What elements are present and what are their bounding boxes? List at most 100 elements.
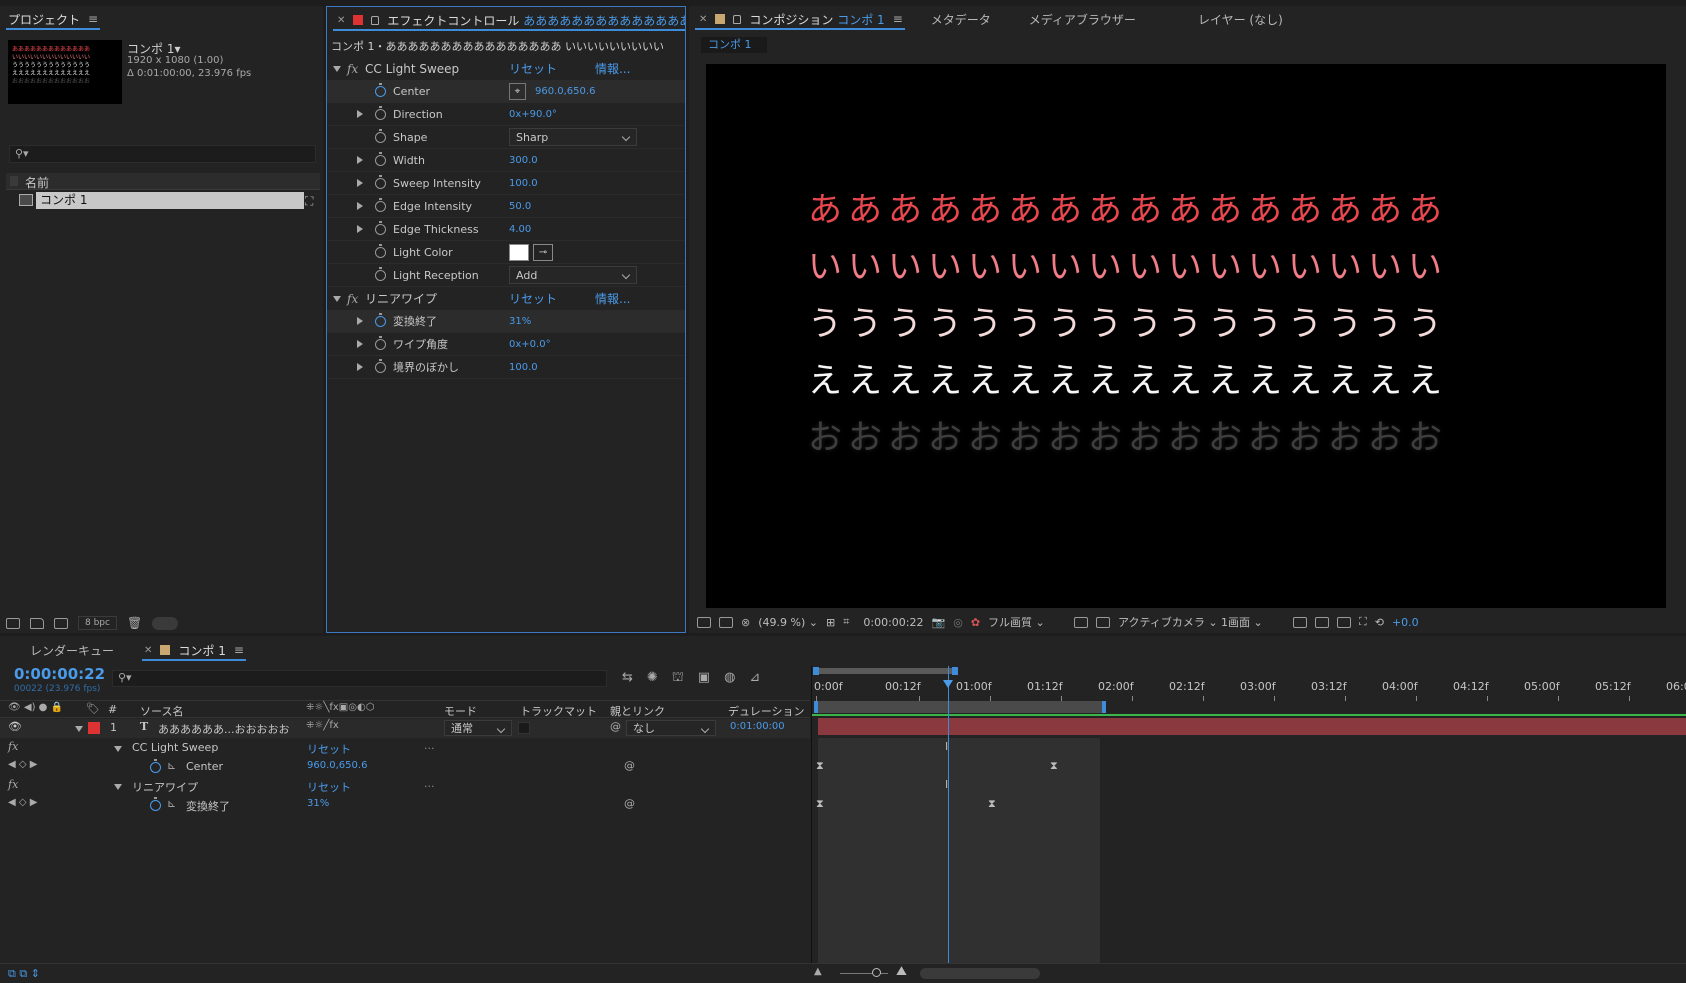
timecode-display[interactable]: 0:00:00:22 [14,665,105,683]
grid-icon[interactable]: ⊞ [826,616,835,629]
param-value[interactable]: 300.0 [509,155,538,166]
fast-preview-icon[interactable] [1315,616,1330,628]
param-center[interactable]: Center ⌖ 960.0,650.6 [327,80,685,103]
exposure-value[interactable]: +0.0 [1392,616,1419,629]
project-item-comp1[interactable]: コンポ 1 [6,192,306,209]
timeline-scrollbar[interactable] [920,968,1040,979]
stopwatch-icon[interactable] [375,358,386,373]
frame-blend-icon[interactable]: ▣ [698,670,710,687]
expand-param-icon[interactable] [357,110,363,118]
zoom-dropdown[interactable]: (49.9 %) ⌄ [758,616,818,629]
monitor-icon[interactable] [719,616,733,628]
tab-media-browser[interactable]: メディアブラウザー [1021,6,1144,32]
tab-render-queue[interactable]: レンダーキュー [22,637,122,663]
expand-effect-icon[interactable] [333,65,341,72]
param-value[interactable]: 50.0 [509,201,531,212]
expand-effect-icon[interactable] [114,746,122,752]
stopwatch-icon[interactable] [375,220,386,235]
new-comp-icon[interactable] [54,617,68,629]
color-swatch[interactable] [509,244,529,261]
tab-composition[interactable]: ✕ コンポジション コンポ 1 ≡ [689,6,911,32]
effect-info-link[interactable]: 情報... [595,60,630,77]
timeline-search-input[interactable]: ⚲▾ [112,670,607,687]
playhead[interactable] [948,666,949,963]
column-num[interactable]: # [108,703,117,716]
param-sweep-intensity[interactable]: Sweep Intensity 100.0 [327,172,685,195]
comp-viewer[interactable]: ああああああああああああああああ いいいいいいいいいいいいいいいい うううううううう… [706,64,1666,608]
keyframe-icon[interactable]: ⧗ [1050,759,1058,773]
param-dropdown[interactable]: Sharp [509,128,637,146]
layer-mode-dropdown[interactable]: 通常 [444,720,512,736]
stopwatch-icon[interactable] [150,759,161,773]
zoom-in-icon[interactable]: ⛰ [896,964,907,979]
close-icon[interactable]: ✕ [699,14,707,25]
param-value[interactable]: 4.00 [509,224,531,235]
eyedropper-icon[interactable]: ⊸ [533,244,553,261]
column-source-name[interactable]: ソース名 [140,703,183,719]
param-width[interactable]: Width 300.0 [327,149,685,172]
expand-layer-icon[interactable] [75,726,83,732]
region-icon[interactable] [1074,616,1089,628]
column-name[interactable]: 名前 [25,174,49,191]
comp-subtab[interactable]: コンポ 1 [701,37,767,53]
stopwatch-icon[interactable] [375,335,386,350]
expand-param-icon[interactable] [357,202,363,210]
mask-icon[interactable]: ⊗ [741,616,750,629]
expand-param-icon[interactable] [357,340,363,348]
safe-area-icon[interactable]: ⌗ [843,615,849,629]
param-light-reception[interactable]: Light Reception Add [327,264,685,287]
time-graph[interactable]: 0:00f 00:12f 01:00f 01:12f 02:00f 02:12f 03:00… [811,666,1686,963]
column-trackmatte[interactable]: トラックマット [520,703,597,719]
layer-label-color[interactable] [88,722,100,734]
bpc-button[interactable]: 8 bpc [78,616,117,630]
stopwatch-icon[interactable] [375,105,386,120]
stopwatch-icon[interactable] [375,266,386,281]
draft-3d-icon[interactable]: ✺ [647,670,658,687]
transparency-grid-icon[interactable] [1096,616,1111,628]
pickwhip-icon[interactable]: @ [624,797,635,810]
new-folder-icon[interactable] [30,617,44,629]
project-search-input[interactable]: ⚲▾ [9,145,316,163]
keyframe-nav-icon[interactable]: ◀ ◇ ▶ [8,759,37,770]
eye-icon[interactable]: 👁 [8,720,22,733]
graph-icon[interactable]: ⊾ [167,797,176,810]
stopwatch-icon[interactable] [150,797,161,811]
param-value[interactable]: 31% [509,316,531,327]
effect-reset-link[interactable]: リセット [307,779,351,795]
pickwhip-icon[interactable]: @ [624,759,635,772]
expand-effect-icon[interactable] [333,295,341,302]
layer-row[interactable]: 👁 1 T ああああああ...おおおおお ⁜☼╱fx 通常 @ なし 0:01:… [0,719,810,738]
tab-timeline-comp[interactable]: ✕ コンポ 1 ≡ [136,637,252,663]
param-value[interactable]: 100.0 [509,178,538,189]
close-icon[interactable]: ✕ [337,15,345,26]
expand-param-icon[interactable] [357,156,363,164]
param-value[interactable]: 0x+0.0° [509,339,551,350]
stopwatch-icon[interactable] [375,128,386,143]
stopwatch-icon[interactable] [375,151,386,166]
effect-reset-link[interactable]: リセット [509,60,557,77]
expand-param-icon[interactable] [357,363,363,371]
comp-mini-flowchart-icon[interactable]: ⇆ [622,670,633,687]
param-shape[interactable]: Shape Sharp [327,126,685,149]
close-icon[interactable]: ✕ [144,645,152,656]
panel-menu-icon[interactable]: ≡ [88,12,98,26]
param-dropdown[interactable]: Add [509,266,637,284]
effect-linear-wipe[interactable]: fx リニアワイプ リセット 情報... [327,287,685,310]
layer-name[interactable]: ああああああ...おおおおお [158,721,290,737]
effect-cc-light-sweep[interactable]: fx CC Light Sweep リセット 情報... [327,57,685,80]
camera-dropdown[interactable]: アクティブカメラ ⌄ [1118,614,1218,630]
target-crosshair-icon[interactable]: ⌖ [509,83,526,100]
tab-metadata[interactable]: メタデータ [923,6,999,32]
keyframe-nav-icon[interactable]: ◀ ◇ ▶ [8,797,37,808]
channel-icon[interactable]: ◎ [953,616,963,629]
shy-icon[interactable]: ⛫ [672,670,684,687]
zoom-range-bar[interactable] [814,701,1106,713]
stopwatch-icon[interactable] [375,243,386,258]
column-duration[interactable]: デュレーション [728,703,805,719]
graph-icon[interactable]: ⊾ [167,759,176,772]
keyframe-icon[interactable]: ⧗ [816,759,824,773]
keyframe-icon[interactable]: ⧗ [988,797,996,811]
effect-reset-link[interactable]: リセット [509,290,557,307]
thumbnail-slider[interactable] [152,616,179,630]
motion-blur-icon[interactable]: ◍ [724,670,735,687]
